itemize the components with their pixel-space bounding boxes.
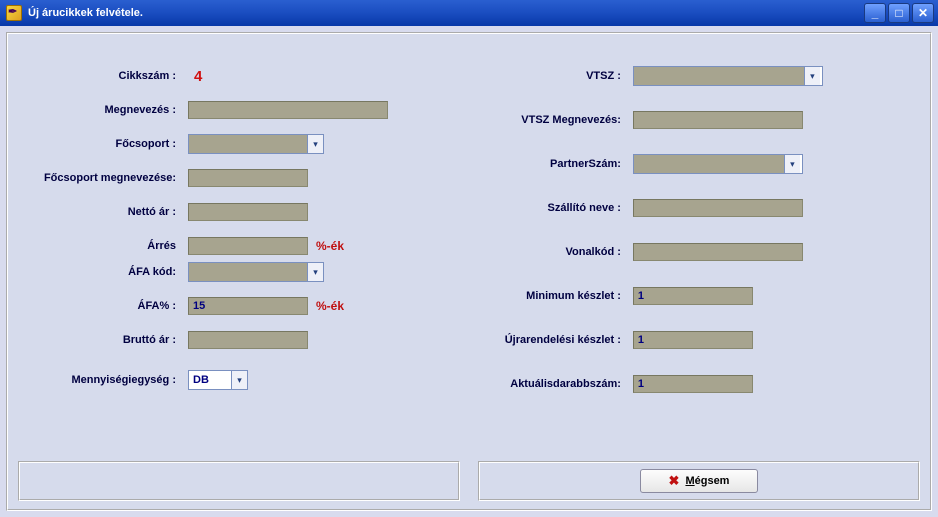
chevron-down-icon[interactable]: ▾ [231,371,247,389]
chevron-down-icon[interactable]: ▾ [804,67,820,85]
focsoport-megn-input[interactable] [188,169,308,187]
titlebar: Új árucikkek felvétele. _ □ ✕ [0,0,938,26]
partner-input[interactable] [634,155,784,173]
menny-label: Mennyiségiegység : [18,374,188,386]
vtsz-select[interactable]: ▾ [633,66,823,86]
ujrarend-input[interactable] [633,331,753,349]
arres-input[interactable] [188,237,308,255]
vonalkod-label: Vonalkód : [453,246,633,258]
vtsz-input[interactable] [634,67,804,85]
afakod-label: ÁFA kód: [18,266,188,278]
menny-select[interactable]: ▾ [188,370,248,390]
chevron-down-icon[interactable]: ▾ [784,155,800,173]
cikkszam-value: 4 [194,68,202,85]
minkeszlet-label: Minimum készlet : [453,290,633,302]
form-panel: Cikkszám : 4 Megnevezés : Főcsoport : ▾ … [6,32,932,511]
minimize-button[interactable]: _ [864,3,886,23]
partner-label: PartnerSzám: [453,158,633,170]
szallito-label: Szállító neve : [453,202,633,214]
cancel-button[interactable]: ✖ Mégsem [640,469,759,493]
arres-suffix: %-ék [316,239,344,253]
maximize-button[interactable]: □ [888,3,910,23]
focsoport-label: Főcsoport : [18,138,188,150]
vonalkod-input[interactable] [633,243,803,261]
cikkszam-label: Cikkszám : [18,70,188,82]
chevron-down-icon[interactable]: ▾ [307,263,323,281]
brutto-input[interactable] [188,331,308,349]
nettoar-input[interactable] [188,203,308,221]
partner-select[interactable]: ▾ [633,154,803,174]
afakod-input[interactable] [189,263,307,281]
vtsz-label: VTSZ : [453,70,633,82]
focsoport-megn-label: Főcsoport megnevezése: [18,172,188,184]
focsoport-select[interactable]: ▾ [188,134,324,154]
focsoport-input[interactable] [189,135,307,153]
afapct-suffix: %-ék [316,299,344,313]
nettoar-label: Nettó ár : [18,206,188,218]
aktualis-label: Aktuálisdarabbszám: [453,378,633,390]
close-icon: ✖ [669,473,680,489]
afapct-input[interactable] [188,297,308,315]
szallito-input[interactable] [633,199,803,217]
minkeszlet-input[interactable] [633,287,753,305]
menny-input[interactable] [189,371,231,389]
brutto-label: Bruttó ár : [18,334,188,346]
megnevezes-label: Megnevezés : [18,104,188,116]
window-title: Új árucikkek felvétele. [28,7,864,19]
cancel-label: Mégsem [685,475,729,487]
afapct-label: ÁFA% : [18,300,188,312]
vtsz-megn-label: VTSZ Megnevezés: [453,114,633,126]
vtsz-megn-input[interactable] [633,111,803,129]
ujrarend-label: Újrarendelési készlet : [453,334,633,346]
aktualis-input[interactable] [633,375,753,393]
bottom-right-panel: ✖ Mégsem [478,461,920,501]
bottom-left-panel [18,461,460,501]
megnevezes-input[interactable] [188,101,388,119]
afakod-select[interactable]: ▾ [188,262,324,282]
arres-label: Árrés [18,240,188,252]
chevron-down-icon[interactable]: ▾ [307,135,323,153]
close-button[interactable]: ✕ [912,3,934,23]
app-icon [6,5,22,21]
